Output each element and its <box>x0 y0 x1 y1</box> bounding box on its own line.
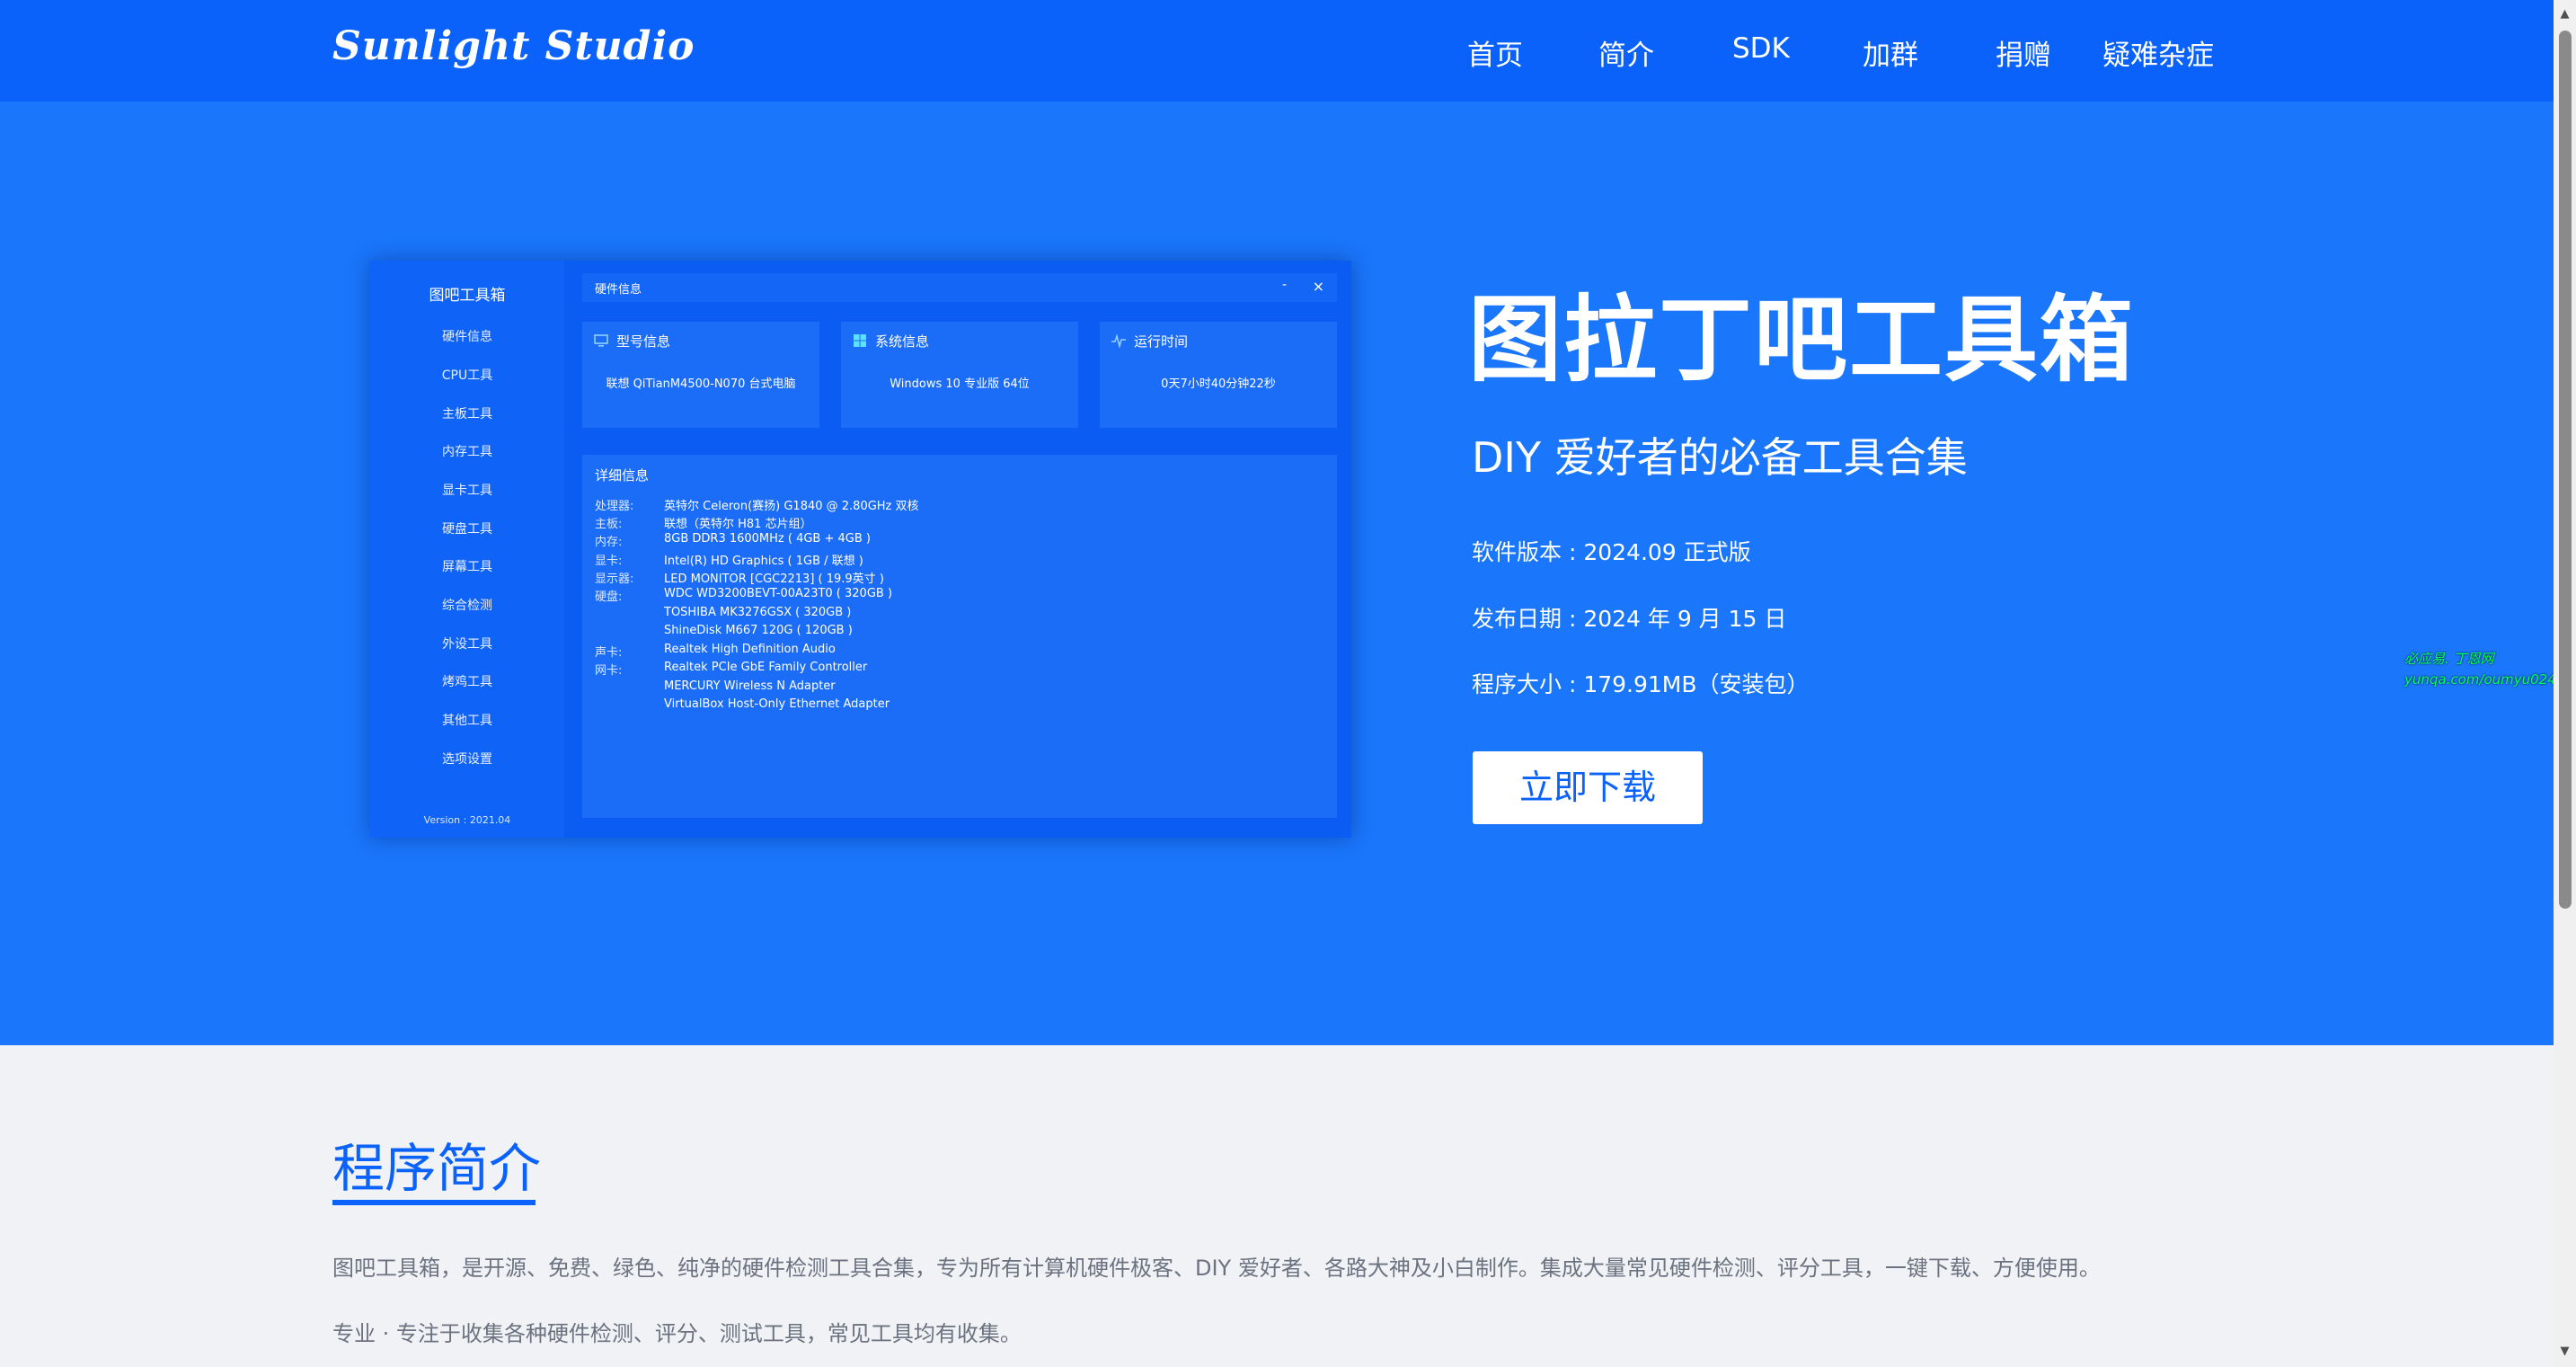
app-preview-sidebar: 图吧工具箱 硬件信息 CPU工具 主板工具 内存工具 显卡工具 硬盘工具 屏幕工… <box>370 261 564 838</box>
app-preview-nav-item: 外设工具 <box>442 637 492 652</box>
nav-item-intro[interactable]: 简介 <box>1598 32 1654 73</box>
app-preview-card-uptime: 运行时间 0天7小时40分钟22秒 <box>1100 322 1337 428</box>
app-preview-version: Version : 2021.04 <box>423 814 511 826</box>
app-preview-window-header: 硬件信息 - × <box>582 273 1337 302</box>
intro-paragraph: 图吧工具箱，是开源、免费、绿色、纯净的硬件检测工具合集，专为所有计算机硬件极客、… <box>332 1256 2101 1281</box>
windows-icon <box>854 334 866 347</box>
site-logo[interactable]: Sunlight Studio <box>332 23 695 69</box>
detail-value: WDC WD3200BEVT-00A23T0 ( 320GB ) <box>664 587 893 600</box>
intro-section-title: 程序简介 <box>332 1138 542 1199</box>
detail-value: LED MONITOR [CGC2213] ( 19.9英寸 ) <box>664 573 884 586</box>
card-title: 系统信息 <box>875 333 930 350</box>
app-preview-card-model: 型号信息 联想 QiTianM4500-N070 台式电脑 <box>582 322 819 428</box>
app-preview-nav-item: 屏幕工具 <box>442 560 492 574</box>
release-date: 发布日期 : 2024 年 9 月 15 日 <box>1472 606 1787 632</box>
app-preview-nav-item: 硬件信息 <box>442 330 492 344</box>
detail-value: Realtek High Definition Audio <box>664 643 836 656</box>
app-preview-nav-item: 烤鸡工具 <box>442 675 492 689</box>
watermark: 必应易. 丁恩网 yunqa.com/oumyu024 <box>2404 649 2556 690</box>
intro-paragraph: 专业 · 专注于收集各种硬件检测、评分、测试工具，常见工具均有收集。 <box>332 1321 1022 1346</box>
pulse-icon <box>1111 333 1126 349</box>
app-preview-image: 图吧工具箱 硬件信息 CPU工具 主板工具 内存工具 显卡工具 硬盘工具 屏幕工… <box>370 261 1351 838</box>
vertical-scrollbar[interactable]: ▲ ▼ <box>2554 0 2576 1367</box>
app-preview-nav-item: 显卡工具 <box>442 484 492 498</box>
detail-label: 硬盘: <box>595 590 623 604</box>
software-version: 软件版本 : 2024.09 正式版 <box>1472 539 1751 565</box>
detail-value: Realtek PCIe GbE Family Controller <box>664 661 868 674</box>
watermark-line: yunqa.com/oumyu024 <box>2404 671 2556 688</box>
detail-value: 联想（英特尔 H81 芯片组） <box>664 518 812 531</box>
app-preview-main: 硬件信息 - × 型号信息 联想 QiTianM4500-N070 台式电脑 系… <box>564 261 1351 838</box>
detail-value: 8GB DDR3 1600MHz ( 4GB + 4GB ) <box>664 532 871 546</box>
detail-label: 处理器: <box>595 500 634 513</box>
detail-value: 英特尔 Celeron(赛扬) G1840 @ 2.80GHz 双核 <box>664 500 919 513</box>
detail-label: 网卡: <box>595 664 623 678</box>
program-size: 程序大小 : 179.91MB（安装包） <box>1472 671 1810 697</box>
app-preview-nav-item: CPU工具 <box>441 368 493 383</box>
watermark-line: 必应易. 丁恩网 <box>2404 651 2494 667</box>
detail-value: VirtualBox Host-Only Ethernet Adapter <box>664 697 890 711</box>
scroll-up-arrow-icon[interactable]: ▲ <box>2554 7 2576 21</box>
app-preview-nav-item: 选项设置 <box>442 752 492 767</box>
app-preview-nav-item: 硬盘工具 <box>442 522 492 537</box>
card-value: 联想 QiTianM4500-N070 台式电脑 <box>606 377 796 391</box>
close-icon: × <box>1312 278 1324 295</box>
nav-item-home[interactable]: 首页 <box>1467 32 1523 73</box>
app-preview-nav-item: 其他工具 <box>442 714 492 728</box>
detail-value: MERCURY Wireless N Adapter <box>664 679 836 693</box>
app-preview-detail-panel: 详细信息 处理器: 英特尔 Celeron(赛扬) G1840 @ 2.80GHz… <box>582 455 1337 818</box>
detail-value: ShineDisk M667 120G ( 120GB ) <box>664 624 853 637</box>
minimize-icon: - <box>1281 278 1287 292</box>
nav-item-donate[interactable]: 捐赠 <box>1996 32 2051 73</box>
app-preview-window-title: 硬件信息 <box>595 283 642 297</box>
detail-value: Intel(R) HD Graphics ( 1GB / 联想 ) <box>664 555 863 568</box>
scroll-down-arrow-icon[interactable]: ▼ <box>2554 1345 2576 1358</box>
app-preview-nav-item: 内存工具 <box>442 445 492 459</box>
card-title: 运行时间 <box>1134 333 1189 350</box>
nav-item-faq[interactable]: 疑难杂症 <box>2102 32 2214 73</box>
app-preview-card-system: 系统信息 Windows 10 专业版 64位 <box>841 322 1078 428</box>
detail-label: 显卡: <box>595 555 623 568</box>
card-title: 型号信息 <box>616 333 671 350</box>
detail-label: 声卡: <box>595 646 623 660</box>
app-preview-nav-item: 综合检测 <box>442 599 492 613</box>
detail-label: 显示器: <box>595 573 634 586</box>
nav-item-join-group[interactable]: 加群 <box>1863 32 1918 73</box>
detail-value: TOSHIBA MK3276GSX ( 320GB ) <box>664 606 852 619</box>
intro-title-underline <box>332 1200 536 1205</box>
monitor-icon <box>594 334 608 347</box>
app-preview-nav-item: 主板工具 <box>442 407 492 422</box>
top-nav-bar: Sunlight Studio 首页 简介 SDK 加群 捐赠 疑难杂症 <box>0 0 2554 102</box>
hero-subtitle: DIY 爱好者的必备工具合集 <box>1472 433 1968 482</box>
detail-label: 主板: <box>595 518 623 531</box>
card-value: Windows 10 专业版 64位 <box>890 377 1030 391</box>
detail-title: 详细信息 <box>595 467 650 484</box>
detail-label: 内存: <box>595 536 623 549</box>
card-value: 0天7小时40分钟22秒 <box>1161 377 1276 391</box>
download-button[interactable]: 立即下载 <box>1473 751 1703 824</box>
nav-item-sdk[interactable]: SDK <box>1732 32 1790 65</box>
hero-title: 图拉丁吧工具箱 <box>1468 285 2136 395</box>
scrollbar-thumb[interactable] <box>2559 31 2572 909</box>
app-preview-title: 图吧工具箱 <box>429 287 506 305</box>
